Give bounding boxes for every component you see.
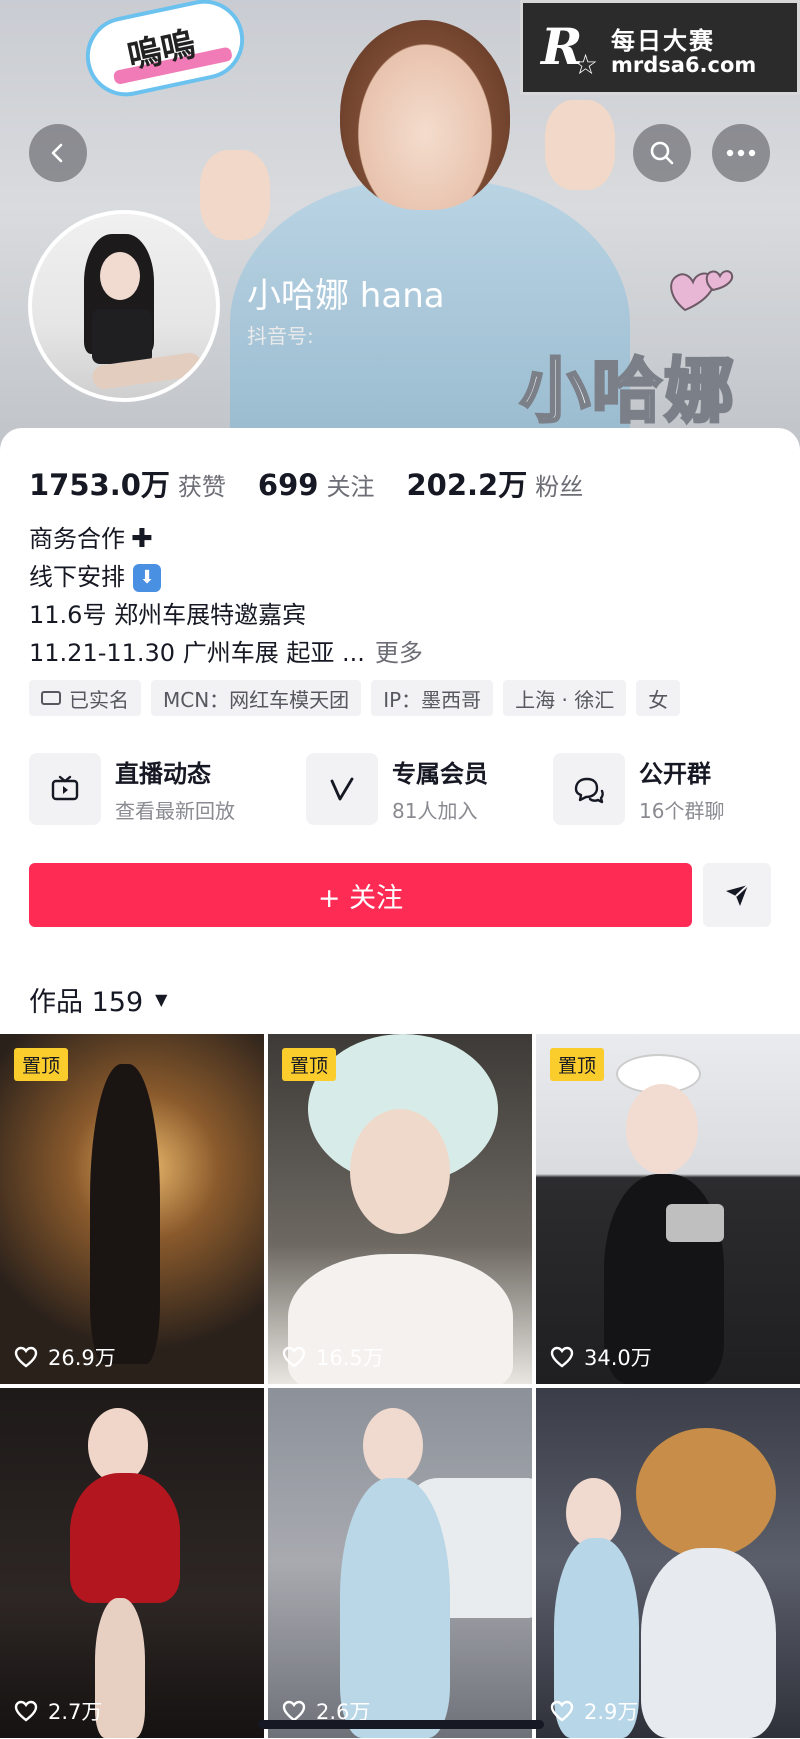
works-tab-label: 作品 159 — [29, 987, 144, 1018]
profile-nickname: 小哈娜 hana — [247, 276, 445, 316]
video-tile-5[interactable]: 2.6万 — [268, 1388, 532, 1738]
red-dress-shape — [70, 1473, 180, 1603]
back-button[interactable] — [29, 124, 87, 182]
likes-label: 获赞 — [177, 473, 226, 501]
more-button[interactable] — [712, 124, 770, 182]
heart-icon — [14, 1700, 38, 1722]
watermark-site: mrdsa6.com — [611, 53, 757, 77]
tv-icon — [51, 775, 79, 801]
feature-membership-title: 专属会员 — [392, 760, 488, 788]
site-watermark: R ☆ 每日大赛 mrdsa6.com — [520, 0, 800, 95]
bio-line-3: 11.6号 郑州车展特邀嘉宾 — [29, 601, 307, 629]
feature-live[interactable]: 直播动态 查看最新回放 — [29, 751, 235, 827]
pinned-badge: 置顶 — [282, 1048, 337, 1081]
feature-group[interactable]: 公开群 16个群聊 — [553, 751, 724, 827]
pinned-badge: 置顶 — [550, 1048, 605, 1081]
likes-count: 1753.0万 — [29, 468, 170, 502]
like-count: 2.7万 — [48, 1700, 103, 1724]
feature-live-title: 直播动态 — [115, 760, 211, 788]
chat-bubbles-icon — [574, 777, 604, 804]
hearts-icon — [670, 270, 733, 312]
feature-membership[interactable]: 专属会员 81人加入 — [306, 751, 488, 827]
sticker-image: 嗚嗚 — [78, 0, 252, 104]
stats-row: 1753.0万 获赞 699 关注 202.2万 粉丝 — [29, 462, 615, 504]
feature-group-title: 公开群 — [639, 760, 711, 788]
heart-icon — [14, 1346, 38, 1368]
down-arrow-icon: ⬇ — [133, 564, 161, 592]
video-tile-3[interactable]: 置顶 34.0万 — [536, 1034, 800, 1384]
video-tile-4[interactable]: 2.7万 — [0, 1388, 264, 1738]
avatar[interactable] — [28, 210, 220, 402]
followers-label[interactable]: 粉丝 — [535, 467, 583, 502]
feature-membership-subtitle: 81人加入 — [392, 799, 478, 823]
heart-icon — [550, 1700, 574, 1722]
following-count[interactable]: 699 — [258, 468, 319, 502]
following-label[interactable]: 关注 — [326, 467, 374, 502]
tab-works[interactable]: 作品 159 ▼ — [29, 980, 167, 1019]
more-dots-icon — [726, 149, 756, 157]
bio-line-1: 商务合作 — [29, 525, 125, 553]
v-icon — [330, 777, 354, 801]
tag-mcn[interactable]: MCN：网红车模天团 — [151, 680, 362, 716]
profile-card: 1753.0万 获赞 699 关注 202.2万 粉丝 商务合作 ✚ 线下安排 ⬇ … — [0, 428, 800, 1739]
home-indicator[interactable] — [258, 1720, 544, 1729]
caret-down-icon: ▼ — [155, 990, 168, 1009]
bear-mascot-head — [636, 1428, 776, 1558]
face-shape — [350, 1109, 450, 1234]
search-icon — [650, 141, 674, 165]
video-tile-2[interactable]: 置顶 16.5万 — [268, 1034, 532, 1384]
bio-line-4: 11.21-11.30 广州车展 起亚 ... — [29, 639, 365, 667]
camera-shape — [666, 1204, 724, 1242]
heart-icon — [550, 1346, 574, 1368]
tag-ip: IP：墨西哥 — [371, 680, 494, 716]
bio-line-2: 线下安排 — [29, 563, 125, 591]
follow-button[interactable]: + 关注 — [29, 863, 692, 927]
id-card-icon — [41, 691, 61, 705]
banner-illustration-head — [340, 20, 510, 210]
feature-row: 直播动态 查看最新回放 专属会员 81人加入 公开群 16个群聊 — [29, 751, 779, 827]
like-count: 34.0万 — [584, 1346, 652, 1370]
profile-tags: 已实名 MCN：网红车模天团 IP：墨西哥 上海 · 徐汇 女 — [29, 680, 681, 716]
video-tile-6[interactable]: 2.9万 — [536, 1388, 800, 1738]
tag-gender: 女 — [636, 680, 681, 716]
share-button[interactable] — [703, 863, 771, 927]
banner-title-art: 小哈娜 — [519, 349, 736, 434]
search-button[interactable] — [633, 124, 691, 182]
pinned-badge: 置顶 — [14, 1048, 69, 1081]
watermark-name: 每日大赛 — [611, 27, 715, 55]
bio: 商务合作 ✚ 线下安排 ⬇ 11.6号 郑州车展特邀嘉宾 11.21-11.30 广… — [29, 520, 423, 672]
star-icon: ☆ — [573, 48, 599, 81]
followers-count[interactable]: 202.2万 — [406, 462, 527, 504]
send-icon — [726, 884, 749, 906]
silhouette-figure — [90, 1064, 160, 1364]
video-tile-1[interactable]: 置顶 26.9万 — [0, 1034, 264, 1384]
video-grid: 置顶 26.9万 置顶 16.5万 置顶 34.0万 2.7万 2.6万 2.9… — [0, 1034, 800, 1739]
tag-verified[interactable]: 已实名 — [29, 680, 141, 716]
plus-icon: ✚ — [131, 524, 153, 554]
like-count: 26.9万 — [48, 1346, 116, 1370]
feature-live-subtitle: 查看最新回放 — [115, 799, 235, 823]
douyin-id-label[interactable]: 抖音号: — [247, 320, 314, 349]
feature-group-subtitle: 16个群聊 — [639, 799, 725, 823]
heart-icon — [282, 1700, 306, 1722]
heart-icon — [282, 1346, 306, 1368]
tag-location[interactable]: 上海 · 徐汇 — [503, 680, 627, 716]
like-count: 16.5万 — [316, 1346, 384, 1370]
chevron-left-icon — [51, 143, 63, 163]
bio-more-link[interactable]: 更多 — [375, 639, 423, 667]
like-count: 2.9万 — [584, 1700, 639, 1724]
